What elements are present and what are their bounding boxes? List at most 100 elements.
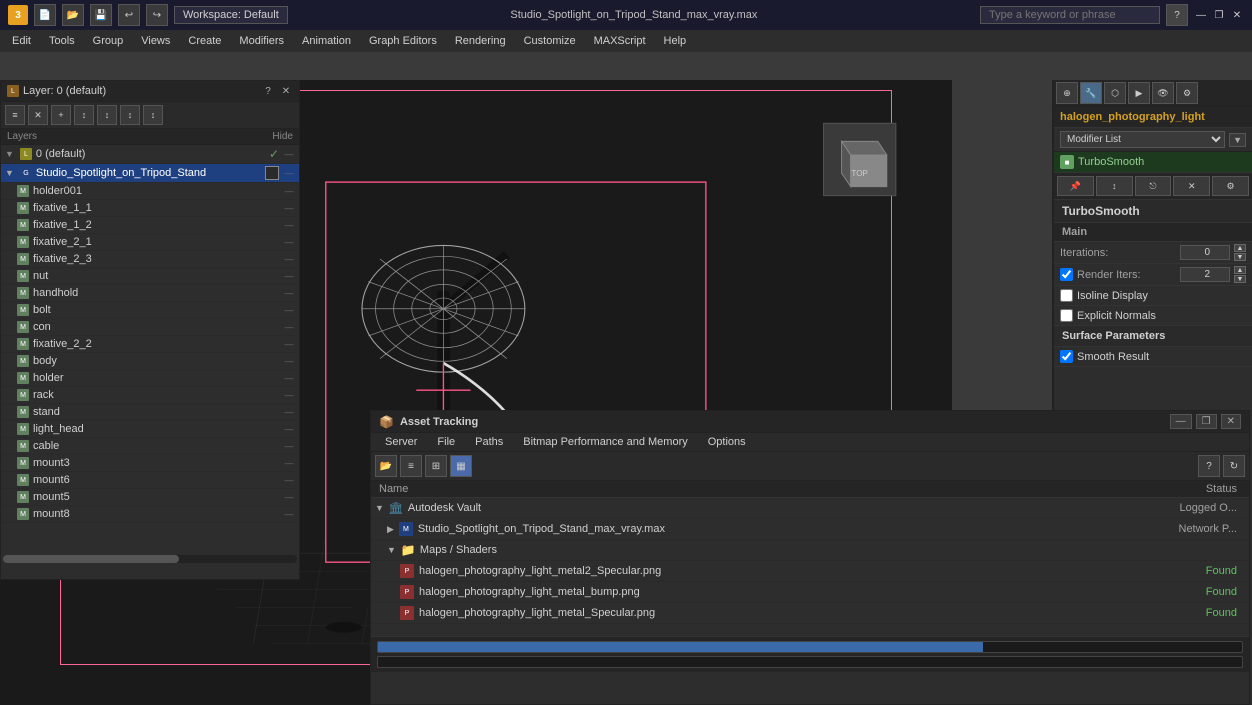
at-table-body[interactable]: ▼ 🏛 Autodesk Vault Logged O... ▶ M Studi… <box>371 498 1249 636</box>
layer-select-btn3[interactable]: ↕ <box>120 105 140 125</box>
menu-modifiers[interactable]: Modifiers <box>231 33 292 49</box>
layer-item-default[interactable]: ▼ L 0 (default) ✓ — <box>1 145 299 164</box>
at-menu-bitmap[interactable]: Bitmap Performance and Memory <box>513 433 697 451</box>
layer-panel-close[interactable]: ✕ <box>279 84 293 98</box>
layer-item-fixative21[interactable]: M fixative_2_1 — <box>1 234 299 251</box>
layer-list[interactable]: ▼ L 0 (default) ✓ — ▼ G Studio_Spotlight… <box>1 145 299 553</box>
pin-stack-btn[interactable]: 📌 <box>1057 176 1094 196</box>
turbosmooth-item[interactable]: ■ TurboSmooth <box>1054 152 1252 173</box>
menu-tools[interactable]: Tools <box>41 33 83 49</box>
layer-item-holder[interactable]: M holder — <box>1 370 299 387</box>
layer-item-mount6[interactable]: M mount6 — <box>1 472 299 489</box>
layer-item-stand[interactable]: M stand — <box>1 404 299 421</box>
menu-help[interactable]: Help <box>656 33 695 49</box>
menu-graph-editors[interactable]: Graph Editors <box>361 33 445 49</box>
restore-btn[interactable]: ❐ <box>1212 8 1226 22</box>
render-iters-checkbox[interactable] <box>1060 268 1073 281</box>
isoline-checkbox[interactable] <box>1060 289 1073 302</box>
layer-item-con[interactable]: M con — <box>1 319 299 336</box>
menu-edit[interactable]: Edit <box>4 33 39 49</box>
workspace-selector[interactable]: Workspace: Default <box>174 6 288 24</box>
at-view-btn1[interactable]: 📂 <box>375 455 397 477</box>
layer-item-lighthead[interactable]: M light_head — <box>1 421 299 438</box>
layer-menu-btn[interactable]: ≡ <box>5 105 25 125</box>
render-iters-spinner[interactable]: ▲ ▼ <box>1234 266 1246 283</box>
render-iters-up[interactable]: ▲ <box>1234 266 1246 274</box>
layer-scrollbar[interactable] <box>3 555 297 563</box>
layer-item-body[interactable]: M body — <box>1 353 299 370</box>
at-view-btn3[interactable]: ⊞ <box>425 455 447 477</box>
layer-item-handhold[interactable]: M handhold — <box>1 285 299 302</box>
utilities-icon[interactable]: ⚙ <box>1176 82 1198 104</box>
redo-btn[interactable]: ↪ <box>146 4 168 26</box>
layer-item-fixative23[interactable]: M fixative_2_3 — <box>1 251 299 268</box>
at-view-btn4[interactable]: ▦ <box>450 455 472 477</box>
show-end-btn[interactable]: ↕ <box>1096 176 1133 196</box>
at-row-metalspec[interactable]: P halogen_photography_light_metal_Specul… <box>371 603 1249 624</box>
layer-studio-checkbox[interactable] <box>265 166 279 180</box>
layer-item-studio[interactable]: ▼ G Studio_Spotlight_on_Tripod_Stand — <box>1 164 299 183</box>
explicit-normals-checkbox[interactable] <box>1060 309 1073 322</box>
at-row-metalbump[interactable]: P halogen_photography_light_metal_bump.p… <box>371 582 1249 603</box>
menu-customize[interactable]: Customize <box>516 33 584 49</box>
at-minimize-btn[interactable]: — <box>1170 414 1192 429</box>
layer-delete-btn[interactable]: ✕ <box>28 105 48 125</box>
hierarchy-icon[interactable]: ⬡ <box>1104 82 1126 104</box>
modify-icon[interactable]: 🔧 <box>1080 82 1102 104</box>
undo-btn[interactable]: ↩ <box>118 4 140 26</box>
at-restore-btn[interactable]: ❐ <box>1196 414 1217 429</box>
iterations-input[interactable] <box>1180 245 1230 260</box>
at-row-metal2spec[interactable]: P halogen_photography_light_metal2_Specu… <box>371 561 1249 582</box>
at-menu-server[interactable]: Server <box>375 433 427 451</box>
search-input[interactable] <box>980 6 1160 24</box>
modifier-list-dropdown[interactable]: Modifier List <box>1060 131 1225 148</box>
at-close-btn[interactable]: ✕ <box>1221 414 1241 429</box>
layer-item-holder001[interactable]: M holder001 — <box>1 183 299 200</box>
menu-maxscript[interactable]: MAXScript <box>586 33 654 49</box>
layer-select-btn2[interactable]: ↕ <box>97 105 117 125</box>
menu-group[interactable]: Group <box>85 33 132 49</box>
help-btn[interactable]: ? <box>1166 4 1188 26</box>
at-menu-paths[interactable]: Paths <box>465 433 513 451</box>
render-iters-down[interactable]: ▼ <box>1234 275 1246 283</box>
iterations-down[interactable]: ▼ <box>1234 253 1246 261</box>
at-row-maps[interactable]: ▼ 📁 Maps / Shaders <box>371 540 1249 561</box>
display-icon[interactable]: 👁 <box>1152 82 1174 104</box>
render-iters-input[interactable] <box>1180 267 1230 282</box>
layer-item-fixative22[interactable]: M fixative_2_2 — <box>1 336 299 353</box>
at-menu-options[interactable]: Options <box>698 433 756 451</box>
make-unique-btn[interactable]: ⎋ <box>1135 176 1172 196</box>
remove-mod-btn[interactable]: ✕ <box>1173 176 1210 196</box>
menu-create[interactable]: Create <box>180 33 229 49</box>
at-help-btn[interactable]: ? <box>1198 455 1220 477</box>
open-btn[interactable]: 📂 <box>62 4 84 26</box>
layer-select-btn4[interactable]: ↕ <box>143 105 163 125</box>
iterations-spinner[interactable]: ▲ ▼ <box>1234 244 1246 261</box>
modifier-list-arrow[interactable]: ▼ <box>1229 133 1246 147</box>
close-btn[interactable]: ✕ <box>1230 8 1244 22</box>
save-btn[interactable]: 💾 <box>90 4 112 26</box>
layer-item-mount8[interactable]: M mount8 — <box>1 506 299 523</box>
at-menu-file[interactable]: File <box>427 433 465 451</box>
motion-icon[interactable]: ▶ <box>1128 82 1150 104</box>
menu-views[interactable]: Views <box>133 33 178 49</box>
layer-item-mount3[interactable]: M mount3 — <box>1 455 299 472</box>
create-icon[interactable]: ⊕ <box>1056 82 1078 104</box>
layer-item-fixative11[interactable]: M fixative_1_1 — <box>1 200 299 217</box>
new-btn[interactable]: 📄 <box>34 4 56 26</box>
minimize-btn[interactable]: — <box>1194 8 1208 22</box>
at-row-maxfile[interactable]: ▶ M Studio_Spotlight_on_Tripod_Stand_max… <box>371 519 1249 540</box>
iterations-up[interactable]: ▲ <box>1234 244 1246 252</box>
at-row-vault[interactable]: ▼ 🏛 Autodesk Vault Logged O... <box>371 498 1249 519</box>
layer-panel-help[interactable]: ? <box>261 84 275 98</box>
layer-item-fixative12[interactable]: M fixative_1_2 — <box>1 217 299 234</box>
layer-item-rack[interactable]: M rack — <box>1 387 299 404</box>
at-refresh-btn[interactable]: ↻ <box>1223 455 1245 477</box>
layer-item-cable[interactable]: M cable — <box>1 438 299 455</box>
smooth-result-checkbox[interactable] <box>1060 350 1073 363</box>
layer-add-btn[interactable]: + <box>51 105 71 125</box>
menu-rendering[interactable]: Rendering <box>447 33 514 49</box>
configure-mod-btn[interactable]: ⚙ <box>1212 176 1249 196</box>
layer-item-bolt[interactable]: M bolt — <box>1 302 299 319</box>
at-view-btn2[interactable]: ≡ <box>400 455 422 477</box>
